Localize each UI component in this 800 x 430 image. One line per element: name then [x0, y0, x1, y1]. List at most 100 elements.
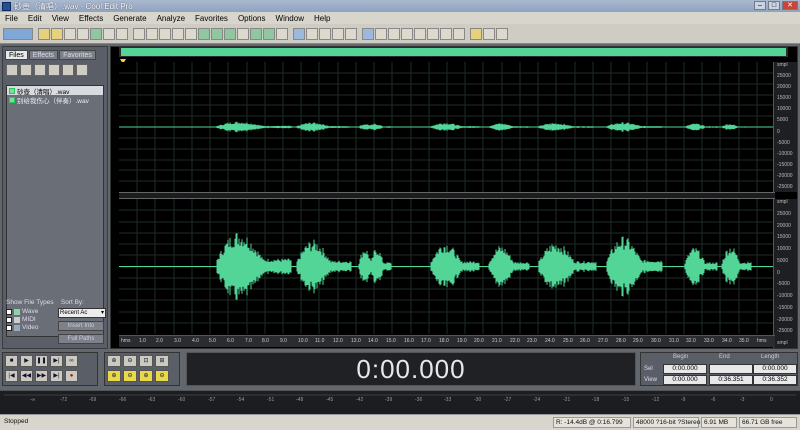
loop-play-button[interactable]: ∞	[65, 355, 78, 367]
file-type-midi-checkbox[interactable]: MIDI	[6, 316, 39, 323]
undo-icon[interactable]	[116, 27, 128, 40]
help-icon[interactable]	[496, 27, 508, 40]
marker-icon[interactable]	[276, 27, 288, 40]
zoom-left-icon[interactable]: ⊖	[123, 370, 137, 382]
view-begin-field[interactable]: 0:00.000	[663, 375, 707, 385]
new-file-icon[interactable]	[38, 27, 50, 40]
rewind-button[interactable]: ◀◀	[20, 370, 33, 382]
properties-icon[interactable]	[453, 27, 465, 40]
play-button[interactable]: ▶	[20, 355, 33, 367]
waveform-display[interactable]: smpl 25000 20000 15000 10000 5000 0 -5000 -10000…	[110, 46, 798, 349]
repeat-icon[interactable]	[237, 27, 249, 40]
menu-generate[interactable]: Generate	[108, 14, 151, 23]
view-icon[interactable]	[362, 27, 374, 40]
settings-icon[interactable]	[345, 27, 357, 40]
fast-forward-button[interactable]: ▶▶	[35, 370, 48, 382]
multitrack-toggle-icon[interactable]	[3, 27, 33, 40]
close-button[interactable]: ✕	[782, 1, 798, 10]
trim-icon[interactable]	[198, 27, 210, 40]
time-tick-label: 34.0	[722, 338, 732, 344]
autoplay-icon[interactable]	[76, 64, 88, 76]
open-file-icon[interactable]	[51, 27, 63, 40]
tab-effects[interactable]: Effects	[28, 50, 59, 60]
waveform-view-icon[interactable]	[306, 27, 318, 40]
cursor-icon[interactable]	[414, 27, 426, 40]
full-paths-button[interactable]: Full Paths	[58, 334, 104, 344]
open-file-icon[interactable]	[6, 64, 18, 76]
zoom-selection-icon[interactable]: ⊞	[155, 355, 169, 367]
zoom-out-vertical-icon[interactable]: ⊖	[155, 370, 169, 382]
sel-end-field[interactable]	[709, 364, 753, 374]
grid-icon[interactable]	[388, 27, 400, 40]
file-item[interactable]: 别给我伤心（伴奏）.wav	[7, 95, 103, 104]
loop-icon[interactable]	[250, 27, 262, 40]
script-icon[interactable]	[483, 27, 495, 40]
import-icon[interactable]	[20, 64, 32, 76]
favorite-icon[interactable]	[470, 27, 482, 40]
select-all-icon[interactable]	[224, 27, 236, 40]
zoom-full-icon[interactable]: ⊡	[139, 355, 153, 367]
copy-icon[interactable]	[146, 27, 158, 40]
tab-favorites[interactable]: Favorites	[59, 50, 96, 60]
play-to-end-button[interactable]: ▶|	[50, 355, 63, 367]
time-ruler[interactable]: hms 1.0 2.0 3.0 4.0 5.0 6.0 7.0 8.0 9.0 10.0 11.0 12…	[119, 335, 775, 347]
tab-files[interactable]: Files	[5, 50, 28, 60]
close-file-icon[interactable]	[77, 27, 89, 40]
delete-silence-icon[interactable]	[211, 27, 223, 40]
sel-length-field[interactable]: 0:00.000	[753, 364, 797, 374]
close-file-icon[interactable]	[34, 64, 46, 76]
cool-edit-window: 砂壺（清唱）.wav - Cool Edit Pro – □ ✕ File Ed…	[0, 0, 800, 430]
menu-help[interactable]: Help	[309, 14, 335, 23]
menu-edit[interactable]: Edit	[23, 14, 47, 23]
file-type-wave-checkbox[interactable]: Wave	[6, 308, 39, 315]
menu-window[interactable]: Window	[271, 14, 309, 23]
minimize-button[interactable]: –	[754, 1, 766, 10]
level-tick-label: -45	[326, 397, 334, 403]
sort-by-select[interactable]: Recent Ac	[58, 308, 106, 318]
paste-icon[interactable]	[159, 27, 171, 40]
cut-icon[interactable]	[133, 27, 145, 40]
amplitude-tick-label: -15000	[777, 162, 793, 168]
go-to-start-button[interactable]: |◀	[5, 370, 18, 382]
menu-analyze[interactable]: Analyze	[152, 14, 190, 23]
menu-view[interactable]: View	[47, 14, 74, 23]
overview-range[interactable]	[121, 48, 786, 56]
paste-new-icon[interactable]	[172, 27, 184, 40]
menu-options[interactable]: Options	[233, 14, 271, 23]
append-icon[interactable]	[90, 27, 102, 40]
maximize-button[interactable]: □	[768, 1, 780, 10]
right-channel[interactable]	[119, 199, 775, 334]
zoom-right-icon[interactable]: ⊕	[139, 370, 153, 382]
cue-icon[interactable]	[263, 27, 275, 40]
file-item[interactable]: 砂壺（清唱）.wav	[7, 86, 103, 95]
left-channel[interactable]	[119, 62, 775, 192]
cd-icon[interactable]	[103, 27, 115, 40]
save-icon[interactable]	[64, 27, 76, 40]
spectral-view-icon[interactable]	[293, 27, 305, 40]
view-length-field[interactable]: 0:36.352	[753, 375, 797, 385]
info-icon[interactable]	[332, 27, 344, 40]
list-icon[interactable]	[375, 27, 387, 40]
stop-button[interactable]: ■	[5, 355, 18, 367]
insert-into-button[interactable]: Insert Into	[58, 321, 104, 331]
metronome-icon[interactable]	[427, 27, 439, 40]
zoom-in-horizontal-icon[interactable]: ⊕	[107, 355, 121, 367]
snap-icon[interactable]	[401, 27, 413, 40]
sel-begin-field[interactable]: 0:00.000	[663, 364, 707, 374]
view-end-field[interactable]: 0:36.351	[709, 375, 753, 385]
file-type-video-checkbox[interactable]: Video	[6, 324, 39, 331]
mixer-icon[interactable]	[440, 27, 452, 40]
zoom-in-vertical-icon[interactable]: ⊕	[107, 370, 121, 382]
menu-file[interactable]: File	[0, 14, 23, 23]
mix-paste-icon[interactable]	[185, 27, 197, 40]
edit-icon[interactable]	[319, 27, 331, 40]
edit-file-icon[interactable]	[48, 64, 60, 76]
go-to-end-button[interactable]: ▶|	[50, 370, 63, 382]
menu-favorites[interactable]: Favorites	[190, 14, 233, 23]
pause-button[interactable]: ❚❚	[35, 355, 48, 367]
record-button[interactable]: ●	[65, 370, 78, 382]
play-file-icon[interactable]	[62, 64, 74, 76]
zoom-out-horizontal-icon[interactable]: ⊖	[123, 355, 137, 367]
menu-effects[interactable]: Effects	[74, 14, 108, 23]
level-tick-label: -30	[474, 397, 482, 403]
